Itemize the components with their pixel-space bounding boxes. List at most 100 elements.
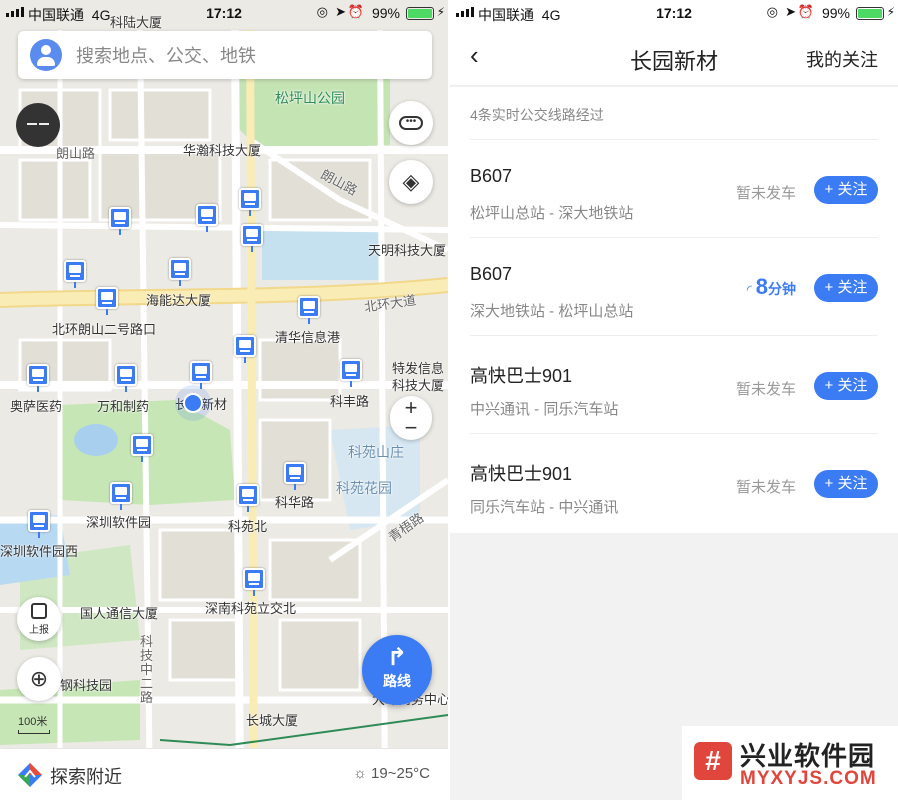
battery-percent: 99% [821,5,850,21]
report-button[interactable]: 上报 [17,597,61,641]
watermark: # 兴业软件园 MYXYJS.COM [682,726,898,800]
road-label: 科技中二路 [140,634,154,705]
map-label: 科苑北 [228,519,268,534]
list-item[interactable]: B607 深大地铁站 - 松坪山总站 ◜ 8分钟 + 关注 [470,238,878,336]
map-label: 深南科苑立交北 [205,601,297,616]
lock-rotation-icon: ◎ [316,4,328,19]
realtime-signal-icon: ◜ [746,282,752,297]
location-arrow-icon: ➤ [785,4,796,19]
bus-stop-icon[interactable] [115,362,137,392]
battery-percent: 99% [371,5,400,21]
assistant-face-button[interactable] [16,103,60,147]
bus-stop-icon[interactable] [340,357,362,387]
report-label: 上报 [29,625,49,636]
map-screen: 科陆大厦 松坪山公园 朗山路 华瀚科技大厦 朗山路 天明科技大厦 海能达大厦 北… [0,0,448,800]
route-status: 暂未发车 [735,381,796,398]
route-name: B607 [470,264,513,284]
map-label: 科苑花园 [336,480,392,496]
route-button[interactable]: ↱ 路线 [362,635,432,705]
zoom-out-button[interactable]: − [390,417,432,439]
explore-nearby-link[interactable]: 探索附近 [50,763,122,789]
search-input[interactable]: 搜索地点、公交、地铁 [76,42,256,68]
route-status: 暂未发车 [735,185,796,202]
route-name: B607 [470,166,513,186]
bus-stop-icon[interactable] [109,205,131,235]
map-label: 奥萨医药 [10,399,63,414]
bus-stop-icon[interactable] [27,362,49,392]
nav-bar: ‹ 长园新材 我的关注 [450,28,898,86]
route-label: 路线 [383,673,411,689]
map-label: 深圳软件园西 [0,544,79,559]
current-location-dot [183,393,203,413]
battery-icon [856,7,884,20]
list-item[interactable]: 高快巴士901 中兴通讯 - 同乐汽车站 暂未发车 + 关注 [470,336,878,434]
my-follow-link[interactable]: 我的关注 [806,46,878,72]
station-detail-screen: 中国联通 4G 17:12 ◎ ➤ ⏰ 99% ⚡ ‹ 长园新材 我的关注 4条… [450,0,898,800]
follow-button[interactable]: + 关注 [814,372,878,400]
map-label: 华瀚科技大厦 [183,143,262,158]
crosshair-icon: ⊕ [29,666,49,691]
weather-icon: ☼ [353,765,367,782]
map-label: 科丰路 [330,394,370,409]
bus-stop-icon[interactable] [237,482,259,512]
map-label: 海能达大厦 [146,293,212,308]
map-label: 深圳软件园 [86,515,152,530]
route-eta: ◜ 8分钟 [746,274,796,299]
route-count-label: 4条实时公交线路经过 [470,87,878,140]
bus-stop-icon[interactable] [131,432,153,462]
map-label: 科苑山庄 [348,444,404,460]
bus-stop-icon[interactable] [241,222,263,252]
route-direction: 深大地铁站 - 松坪山总站 [470,303,634,320]
locate-button[interactable]: ⊕ [17,657,61,701]
status-bar: 中国联通 4G 17:12 ◎ ➤ ⏰ 99% ⚡ [0,0,448,28]
bus-stop-icon[interactable] [196,202,218,232]
list-item[interactable]: 高快巴士901 同乐汽车站 - 中兴通讯 暂未发车 + 关注 [470,434,878,532]
bus-stop-icon[interactable] [234,333,256,363]
location-arrow-icon: ➤ [335,4,346,19]
bus-stop-icon[interactable] [28,508,50,538]
route-name: 高快巴士901 [470,464,573,484]
follow-button[interactable]: + 关注 [814,274,878,302]
bus-stop-icon[interactable] [284,460,306,490]
bus-stop-icon[interactable] [110,480,132,510]
battery-icon [406,7,434,20]
watermark-logo-icon: # [694,742,732,780]
more-button[interactable]: ••• [389,101,433,145]
road-label: 朗山路 [56,146,96,161]
layers-button[interactable]: ◈ [389,160,433,204]
route-list: 4条实时公交线路经过 B607 松坪山总站 - 深大地铁站 暂未发车 + 关注 … [450,87,898,533]
list-item[interactable]: B607 松坪山总站 - 深大地铁站 暂未发车 + 关注 [470,140,878,238]
map-label: 清华信息港 [275,330,341,345]
explore-logo-icon[interactable] [17,762,43,788]
scale-bar: 100米 [18,713,50,734]
follow-button[interactable]: + 关注 [814,176,878,204]
charging-icon: ⚡ [436,5,445,19]
park-label: 松坪山公园 [275,90,345,106]
map-label: 钢科技园 [60,678,113,693]
map-label: 北环朗山二号路口 [52,322,157,337]
route-direction: 同乐汽车站 - 中兴通讯 [470,499,619,516]
map-label: 万和制药 [97,399,150,414]
more-icon: ••• [399,116,423,130]
route-name: 高快巴士901 [470,366,573,386]
lock-rotation-icon: ◎ [766,4,778,19]
bus-stop-icon[interactable] [96,285,118,315]
map-label: 长城大厦 [246,713,299,728]
bus-stop-icon[interactable] [298,294,320,324]
avatar[interactable] [30,39,62,71]
bus-stop-icon[interactable] [190,359,212,389]
follow-button[interactable]: + 关注 [814,470,878,498]
bus-stop-icon[interactable] [169,256,191,286]
route-status: 暂未发车 [735,479,796,496]
bus-stop-icon[interactable] [64,258,86,288]
zoom-control[interactable]: + − [390,396,432,440]
search-bar[interactable]: 搜索地点、公交、地铁 [18,31,432,79]
map-label: 天明科技大厦 [368,243,447,258]
report-icon [31,603,47,619]
map-label: 科技大厦 [392,378,445,393]
charging-icon: ⚡ [886,5,895,19]
bus-stop-icon[interactable] [243,566,265,596]
map-label: 国人通信大厦 [80,606,159,621]
route-direction: 中兴通讯 - 同乐汽车站 [470,401,619,418]
bus-stop-icon[interactable] [239,186,261,216]
